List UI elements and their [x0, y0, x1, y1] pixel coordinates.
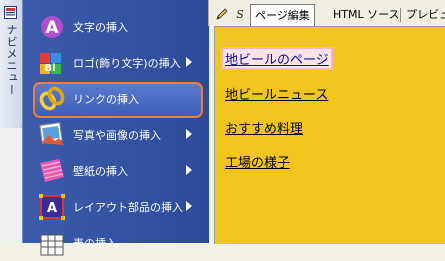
svg-text:S: S [236, 8, 244, 21]
tab-html-source[interactable]: HTML ソース [333, 6, 400, 24]
svg-text:A: A [45, 18, 59, 38]
submenu-arrow-icon [186, 129, 192, 139]
tab-separator [400, 8, 401, 22]
tab-preview[interactable]: プレビュ [406, 6, 445, 24]
submenu-arrow-icon [186, 165, 192, 175]
layout-parts-icon: A [39, 194, 65, 220]
editor-tab-bar: S ページ編集 HTML ソース プレビュ [208, 0, 445, 26]
submenu-arrow-icon [186, 57, 192, 67]
image-insert-icon [39, 122, 64, 145]
menu-item-label: 表の挿入 [73, 237, 117, 250]
link-local-beer-page[interactable]: 地ビールのページ [221, 47, 333, 70]
menu-item-logo-insert[interactable]: Bl ロゴ(飾り文字)の挿入 [23, 45, 209, 81]
navi-menu-tab[interactable]: ナビメニュー [0, 0, 23, 129]
menu-item-label: リンクの挿入 [73, 93, 139, 106]
table-insert-icon [40, 234, 64, 256]
menu-item-text-insert[interactable]: A 文字の挿入 [23, 9, 209, 45]
menu-item-layout-parts[interactable]: A レイアウト部品の挿入 [23, 189, 209, 225]
link-chain-icon [39, 86, 65, 111]
svg-text:A: A [47, 201, 57, 216]
menu-item-table-insert[interactable]: 表の挿入 [23, 225, 209, 261]
menu-item-image-insert[interactable]: 写真や画像の挿入 [23, 117, 209, 153]
navi-strip [0, 128, 22, 243]
svg-text:Bl: Bl [44, 63, 55, 74]
menu-item-label: 文字の挿入 [73, 21, 128, 34]
text-insert-icon: A [41, 16, 63, 38]
link-factory-view[interactable]: 工場の様子 [225, 152, 290, 171]
pencil-icon[interactable] [215, 7, 229, 21]
menu-item-label: 写真や画像の挿入 [73, 129, 161, 142]
navi-tab-label: ナビメニュー [5, 24, 18, 96]
tab-page-edit[interactable]: ページ編集 [250, 4, 315, 26]
spell-check-icon[interactable]: S [233, 7, 247, 21]
link-recommended-dishes[interactable]: おすすめ料理 [225, 118, 303, 137]
menu-item-label: ロゴ(飾り文字)の挿入 [73, 57, 181, 70]
logo-insert-icon: Bl [40, 53, 61, 74]
submenu-arrow-icon [186, 201, 192, 211]
wallpaper-icon [40, 159, 64, 182]
menu-item-label: 壁紙の挿入 [73, 165, 128, 178]
link-local-beer-news[interactable]: 地ビールニュース [225, 84, 328, 103]
page-edit-canvas[interactable]: 地ビールのページ 地ビールニュース おすすめ料理 工場の様子 [214, 26, 445, 244]
menu-item-wallpaper[interactable]: 壁紙の挿入 [23, 153, 209, 189]
menu-item-link-insert[interactable]: リンクの挿入 [23, 81, 209, 118]
insert-menu-panel: A 文字の挿入 Bl ロゴ(飾り文字)の挿入 リンクの挿入 写真や画像の挿入 壁… [22, 0, 209, 256]
menu-item-label: レイアウト部品の挿入 [73, 201, 183, 214]
navi-icon [4, 6, 17, 19]
